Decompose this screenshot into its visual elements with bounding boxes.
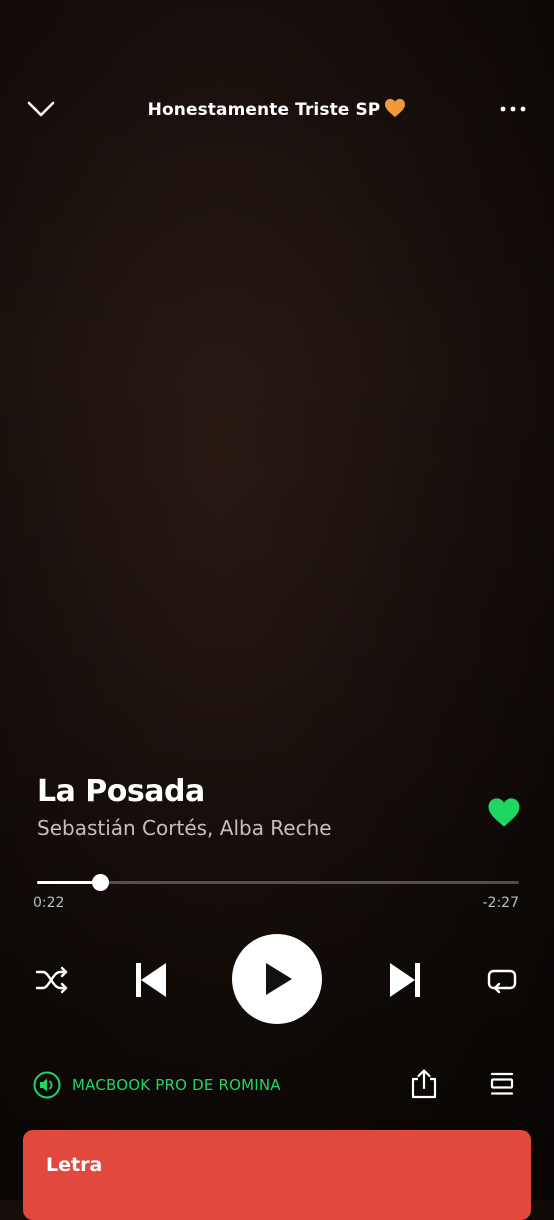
progress-fill — [37, 881, 100, 884]
play-icon — [266, 963, 292, 995]
heart-icon — [488, 797, 520, 827]
repeat-button[interactable] — [480, 958, 524, 1002]
playlist-title: Honestamente Triste SP — [0, 98, 554, 123]
progress-handle[interactable] — [91, 874, 109, 891]
next-button[interactable] — [380, 955, 430, 1005]
previous-button[interactable] — [126, 955, 176, 1005]
playlist-title-text: Honestamente Triste SP — [147, 100, 381, 120]
like-button[interactable] — [484, 792, 524, 832]
share-button[interactable] — [404, 1064, 444, 1104]
queue-button[interactable] — [482, 1064, 522, 1104]
previous-icon — [136, 963, 166, 997]
progress-bar[interactable] — [37, 870, 519, 894]
more-options-icon — [500, 106, 526, 112]
connected-device[interactable]: MACBOOK PRO DE ROMINA — [32, 1068, 281, 1102]
lyrics-card[interactable]: Letra — [23, 1130, 531, 1220]
device-label: MACBOOK PRO DE ROMINA — [72, 1076, 281, 1094]
queue-icon — [490, 1072, 514, 1095]
share-icon — [411, 1069, 437, 1099]
track-artists[interactable]: Sebastián Cortés, Alba Reche — [37, 816, 332, 840]
speaker-icon — [33, 1071, 61, 1099]
lyrics-label: Letra — [46, 1154, 103, 1176]
next-icon — [390, 963, 420, 997]
progress-track — [37, 881, 519, 884]
repeat-icon — [487, 969, 517, 994]
shuffle-icon — [35, 966, 68, 994]
remaining-time: -2:27 — [482, 895, 520, 911]
track-title: La Posada — [37, 774, 205, 809]
shuffle-button[interactable] — [30, 958, 74, 1002]
play-button[interactable] — [232, 934, 322, 1024]
orange-heart-icon — [384, 98, 406, 123]
now-playing-header: Honestamente Triste SP — [0, 84, 554, 134]
more-options-button[interactable] — [488, 84, 538, 134]
elapsed-time: 0:22 — [33, 895, 65, 911]
